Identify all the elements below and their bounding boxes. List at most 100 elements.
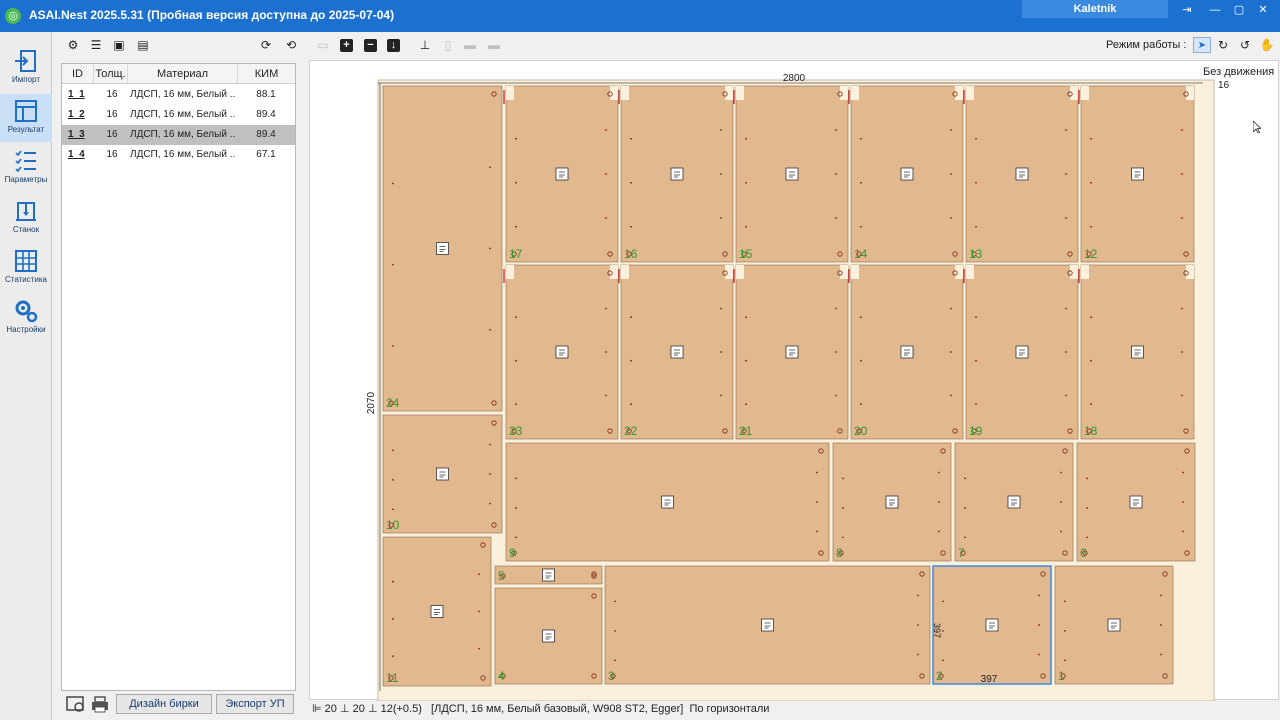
part-7[interactable]: 7 bbox=[954, 442, 1074, 562]
preview-icon[interactable] bbox=[66, 696, 84, 712]
add-sheet-button[interactable]: + bbox=[340, 39, 353, 52]
part-notch-right bbox=[840, 86, 848, 100]
user-name[interactable]: Kaletnik bbox=[1022, 0, 1168, 18]
remove-sheet-button[interactable]: − bbox=[364, 39, 377, 52]
part-22[interactable]: 22 bbox=[618, 264, 734, 440]
drill-point bbox=[392, 263, 394, 266]
table-row-selected[interactable]: 1_3 16 ЛДСП, 16 мм, Белый ... 89.4 bbox=[62, 125, 295, 145]
part-11[interactable]: 11 bbox=[382, 536, 492, 687]
part-notch-right bbox=[1070, 86, 1078, 100]
align-icon[interactable]: ▬ bbox=[485, 37, 503, 53]
drill-point bbox=[630, 181, 632, 184]
part-6[interactable]: 6 bbox=[1076, 442, 1196, 562]
copy-icon[interactable]: ▯ bbox=[439, 37, 457, 53]
col-id[interactable]: ID bbox=[62, 64, 94, 84]
part-20[interactable]: 20 bbox=[848, 264, 964, 440]
brush-icon[interactable]: ⊥ bbox=[416, 37, 434, 53]
part-number: 13 bbox=[969, 247, 983, 261]
nav-result[interactable]: Результат bbox=[0, 94, 52, 142]
part-19[interactable]: 19 bbox=[963, 264, 1079, 440]
drill-point bbox=[720, 129, 722, 131]
label-tag-icon bbox=[900, 345, 914, 359]
drill-point bbox=[1064, 600, 1066, 603]
paste-icon[interactable]: ▬ bbox=[461, 37, 479, 53]
rotate-cw-icon[interactable]: ↻ bbox=[1214, 37, 1232, 53]
motion-label: Без движения bbox=[1203, 66, 1274, 78]
part-16[interactable]: 16 bbox=[618, 85, 734, 263]
part-17[interactable]: 17 bbox=[503, 85, 619, 263]
table-row[interactable]: 1_4 16 ЛДСП, 16 мм, Белый ... 67.1 bbox=[62, 145, 295, 165]
row-thickness: 16 bbox=[106, 149, 118, 160]
sheet-width-label: 2800 bbox=[783, 73, 806, 84]
drill-point bbox=[1090, 225, 1092, 228]
close-button[interactable]: ✕ bbox=[1252, 2, 1274, 18]
drill-point bbox=[860, 359, 862, 362]
drill-point bbox=[515, 477, 517, 480]
table-row[interactable]: 1_1 16 ЛДСП, 16 мм, Белый ... 88.1 bbox=[62, 85, 295, 105]
part-9[interactable]: 9 bbox=[505, 442, 830, 562]
col-thickness[interactable]: Толщ. bbox=[94, 64, 128, 84]
pointer-mode-icon[interactable]: ➤ bbox=[1193, 37, 1211, 53]
work-mode-label: Режим работы : bbox=[1106, 39, 1187, 51]
drill-point bbox=[950, 217, 952, 219]
part-number: 4 bbox=[498, 669, 505, 683]
rotate-sheet-icon[interactable]: ⟳ bbox=[257, 37, 275, 53]
label-tag-icon bbox=[430, 605, 444, 618]
selected-part-height: 397 bbox=[932, 623, 942, 638]
part-8[interactable]: 8 bbox=[832, 442, 952, 562]
part-2[interactable]: 2 bbox=[932, 565, 1052, 685]
hand-icon[interactable]: ✋ bbox=[1258, 37, 1276, 53]
nav-import[interactable]: Импорт bbox=[0, 44, 52, 92]
part-notch-right bbox=[840, 265, 848, 279]
part-18[interactable]: 18 bbox=[1078, 264, 1195, 440]
export-button[interactable]: Экспорт УП bbox=[216, 694, 294, 714]
gear-icon[interactable]: ⚙ bbox=[64, 37, 82, 53]
logout-icon[interactable]: ⇥ bbox=[1176, 2, 1198, 18]
layers-icon[interactable]: ☰ bbox=[87, 37, 105, 53]
part-14[interactable]: 14 bbox=[848, 85, 964, 263]
part-10[interactable]: 10 bbox=[382, 414, 503, 534]
part-notch-right bbox=[725, 265, 733, 279]
part-15[interactable]: 15 bbox=[733, 85, 849, 263]
print-icon[interactable] bbox=[92, 696, 108, 713]
image-icon[interactable]: ▣ bbox=[110, 37, 128, 53]
part-24[interactable]: 24 bbox=[382, 85, 503, 412]
part-13[interactable]: 13 bbox=[963, 85, 1079, 263]
part-4[interactable]: 4 bbox=[494, 587, 603, 685]
spacing-icon: ⊥ bbox=[367, 703, 378, 715]
nav-machine[interactable]: Станок bbox=[0, 194, 52, 242]
part-notch-right bbox=[610, 265, 618, 279]
maximize-button[interactable]: ▢ bbox=[1228, 2, 1250, 18]
drill-point bbox=[489, 473, 491, 475]
nav-parameters[interactable]: Параметры bbox=[0, 144, 52, 192]
part-12[interactable]: 12 bbox=[1078, 85, 1195, 263]
drill-point bbox=[917, 624, 919, 626]
row-id: 1_3 bbox=[68, 129, 85, 140]
sheet-drawing[interactable]: 2800 2070 Без движения 16 12345678910111… bbox=[310, 61, 1280, 701]
row-material: ЛДСП, 16 мм, Белый ... bbox=[130, 129, 236, 140]
drill-point bbox=[860, 137, 862, 140]
nesting-canvas[interactable]: 2800 2070 Без движения 16 1 2 3 4 5 6 7 8 9 10 11 1… bbox=[309, 60, 1280, 701]
reload-sheet-icon[interactable]: ⟲ bbox=[282, 37, 300, 53]
table-row[interactable]: 1_2 16 ЛДСП, 16 мм, Белый ... 89.4 bbox=[62, 105, 295, 125]
rotate-ccw-icon[interactable]: ↺ bbox=[1236, 37, 1254, 53]
save-icon[interactable]: ▭ bbox=[314, 37, 332, 53]
part-number: 3 bbox=[608, 669, 615, 683]
drill-point bbox=[860, 316, 862, 319]
nav-settings[interactable]: Настройки bbox=[0, 294, 52, 342]
part-number: 5 bbox=[498, 569, 505, 583]
tag-design-button[interactable]: Дизайн бирки bbox=[116, 694, 212, 714]
minimize-button[interactable]: — bbox=[1204, 2, 1226, 18]
report-icon[interactable]: ▤ bbox=[134, 37, 152, 53]
drill-point bbox=[1090, 403, 1092, 406]
nav-statistics[interactable]: Статистика bbox=[0, 244, 52, 292]
download-icon[interactable]: ↓ bbox=[387, 39, 400, 52]
part-5[interactable]: 5 bbox=[494, 565, 603, 585]
part-3[interactable]: 3 bbox=[604, 565, 931, 685]
drill-point bbox=[1065, 394, 1067, 397]
part-23[interactable]: 23 bbox=[503, 264, 619, 440]
part-1[interactable]: 1 bbox=[1054, 565, 1174, 685]
col-kim[interactable]: КИМ bbox=[238, 64, 295, 84]
part-21[interactable]: 21 bbox=[733, 264, 849, 440]
col-material[interactable]: Материал bbox=[128, 64, 238, 84]
